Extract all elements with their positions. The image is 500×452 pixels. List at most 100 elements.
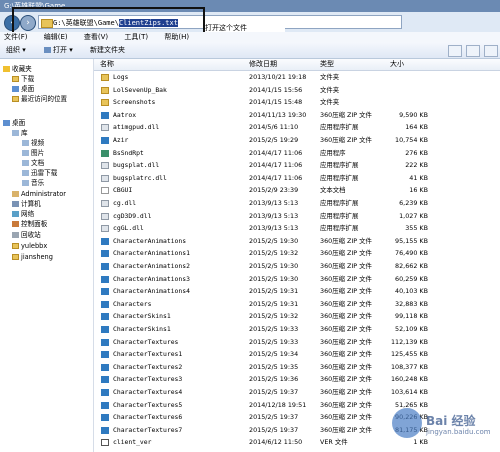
nav-documents[interactable]: 文档 [22,159,44,167]
file-size: 160,248 KB [390,375,428,384]
nav-desktop-fav[interactable]: 桌面 [12,85,34,93]
preview-pane-icon[interactable] [466,45,480,57]
nav-network[interactable]: 网络 [12,210,34,218]
help-icon[interactable] [484,45,498,57]
file-row[interactable]: CharacterAnimations2 2015/2/5 19:30 360压缩 … [94,260,500,273]
column-type[interactable]: 类型 [320,59,334,70]
zip-file-icon [101,363,109,371]
menu-view[interactable]: 查看(V) [84,33,108,41]
file-row[interactable]: LolSevenUp_Bak 2014/1/15 15:56 文件夹 [94,84,500,97]
nav-videos[interactable]: 视频 [22,139,44,147]
file-row[interactable]: cgD3D9.dll 2013/9/13 5:13 应用程序扩展 1,027 KB [94,210,500,223]
file-row[interactable]: CBGUI 2015/2/9 23:39 文本文档 16 KB [94,184,500,197]
nav-computer[interactable]: 计算机 [12,200,41,208]
menu-edit[interactable]: 编辑(E) [44,33,68,41]
nav-library[interactable]: 库 [12,129,28,137]
file-row[interactable]: CharacterTextures2 2015/2/5 19:35 360压缩 ZI… [94,361,500,374]
file-row[interactable]: CharacterTextures3 2015/2/5 19:36 360压缩 ZI… [94,373,500,386]
computer-icon [12,201,19,207]
nav-recent[interactable]: 最近访问的位置 [12,95,67,103]
column-size[interactable]: 大小 [390,59,404,70]
nav-control-panel[interactable]: 控制面板 [12,220,47,228]
file-size: 103,614 KB [390,388,428,396]
menu-tools[interactable]: 工具(T) [124,33,148,41]
file-date: 2015/2/9 23:39 [249,186,299,195]
file-type: 360压缩 ZIP 文件 [320,375,372,384]
column-name[interactable]: 名称 [100,59,114,70]
file-date: 2015/2/5 19:33 [249,325,299,333]
column-date[interactable]: 修改日期 [249,59,277,70]
open-button[interactable]: 打开 ▾ [44,42,73,58]
file-row[interactable]: CharacterTextures 2015/2/5 19:33 360压缩 ZIP… [94,336,500,349]
menu-help[interactable]: 帮助(H) [164,33,189,41]
file-size: 112,139 KB [390,337,428,346]
file-size: 1,027 KB [399,211,428,220]
nav-recycle-bin[interactable]: 回收站 [12,231,41,239]
file-row[interactable]: cgGL.dll 2013/9/13 5:13 应用程序扩展 355 KB [94,222,500,235]
file-name: CharacterSkins1 [113,312,171,321]
file-row[interactable]: BsSndRpt 2014/4/17 11:06 应用程序 276 KB [94,147,500,160]
file-type: 文件夹 [320,85,340,94]
file-type: 应用程序扩展 [320,199,359,207]
menu-file[interactable]: 文件(F) [4,33,28,41]
file-date: 2015/2/5 19:30 [249,262,299,270]
file-row[interactable]: bugsplatrc.dll 2014/4/17 11:06 应用程序扩展 41 KB [94,172,500,185]
cfg-file-icon [101,187,109,195]
file-type: 360压缩 ZIP 文件 [320,110,372,119]
folder-file-icon [101,86,109,94]
file-row[interactable]: bugsplat.dll 2014/4/17 11:06 应用程序扩展 222 KB [94,159,500,172]
nav-downloads[interactable]: 下载 [12,75,34,83]
nav-favorites[interactable]: 收藏夹 [3,65,32,73]
nav-label: 下载 [21,75,35,83]
nav-label: yulebbx [21,242,48,250]
file-date: 2015/2/5 19:30 [249,236,299,245]
file-date: 2014/4/17 11:06 [249,148,303,157]
file-type: 360压缩 ZIP 文件 [320,236,372,245]
zip-file-icon [101,237,109,245]
recycle-bin-icon [12,232,19,238]
nav-label: 库 [21,129,28,137]
file-row[interactable]: cg.dll 2013/9/13 5:13 应用程序扩展 6,239 KB [94,197,500,210]
file-date: 2015/2/5 19:36 [249,375,299,384]
file-size: 164 KB [405,123,428,132]
file-type: 360压缩 ZIP 文件 [320,249,372,258]
file-date: 2013/9/13 5:13 [249,199,299,207]
document-icon [22,160,29,166]
file-row[interactable]: atimgpud.dll 2014/5/6 11:10 应用程序扩展 164 KB [94,121,500,134]
nav-music[interactable]: 音乐 [22,179,44,187]
view-options-icon[interactable] [448,45,462,57]
file-name: CharacterAnimations3 [113,274,190,283]
file-row[interactable]: Screenshots 2014/1/15 15:48 文件夹 [94,96,500,109]
file-row[interactable]: Aatrox 2014/11/13 19:30 360压缩 ZIP 文件 9,590 … [94,109,500,122]
file-type: 应用程序扩展 [320,224,359,233]
nav-label: 桌面 [21,85,35,93]
nav-yulebbx[interactable]: yulebbx [12,242,47,250]
file-row[interactable]: CharacterAnimations4 2015/2/5 19:31 360压缩 … [94,285,500,298]
file-row[interactable]: Azir 2015/2/5 19:29 360压缩 ZIP 文件 10,754 KB [94,134,500,147]
file-name: CharacterTextures1 [113,350,183,359]
nav-label: 计算机 [21,200,41,208]
new-folder-button[interactable]: 新建文件夹 [90,42,125,58]
file-row[interactable]: CharacterAnimations1 2015/2/5 19:32 360压缩 … [94,247,500,260]
file-row[interactable]: Characters 2015/2/5 19:31 360压缩 ZIP 文件 32,8… [94,298,500,311]
file-date: 2015/2/5 19:30 [249,274,299,283]
file-date: 2013/9/13 5:13 [249,211,299,220]
file-row[interactable]: Logs 2013/10/21 19:18 文件夹 [94,71,500,84]
menu-bar: 文件(F) 编辑(E) 查看(V) 工具(T) 帮助(H) [0,32,500,42]
nav-desktop[interactable]: 桌面 [3,119,25,127]
file-size: 76,490 KB [395,249,428,258]
file-size: 82,662 KB [395,262,428,270]
nav-administrator[interactable]: Administrator [12,190,66,198]
organize-button[interactable]: 组织 ▾ [6,42,26,58]
file-row[interactable]: CharacterSkins1 2015/2/5 19:32 360压缩 ZIP 文… [94,310,500,323]
paw-logo-icon [392,408,422,438]
nav-jiansheng[interactable]: jiansheng [12,253,53,261]
file-row[interactable]: CharacterSkins1 2015/2/5 19:33 360压缩 ZIP 文… [94,323,500,336]
file-row[interactable]: CharacterTextures4 2015/2/5 19:37 360压缩 ZI… [94,386,500,399]
file-name: Characters [113,299,152,308]
file-row[interactable]: CharacterAnimations 2015/2/5 19:30 360压缩 Z… [94,235,500,248]
file-row[interactable]: CharacterTextures1 2015/2/5 19:34 360压缩 ZI… [94,348,500,361]
file-row[interactable]: CharacterAnimations3 2015/2/5 19:30 360压缩 … [94,273,500,286]
nav-pictures[interactable]: 图片 [22,149,44,157]
nav-thunder-downloads[interactable]: 迅雷下载 [22,169,57,177]
